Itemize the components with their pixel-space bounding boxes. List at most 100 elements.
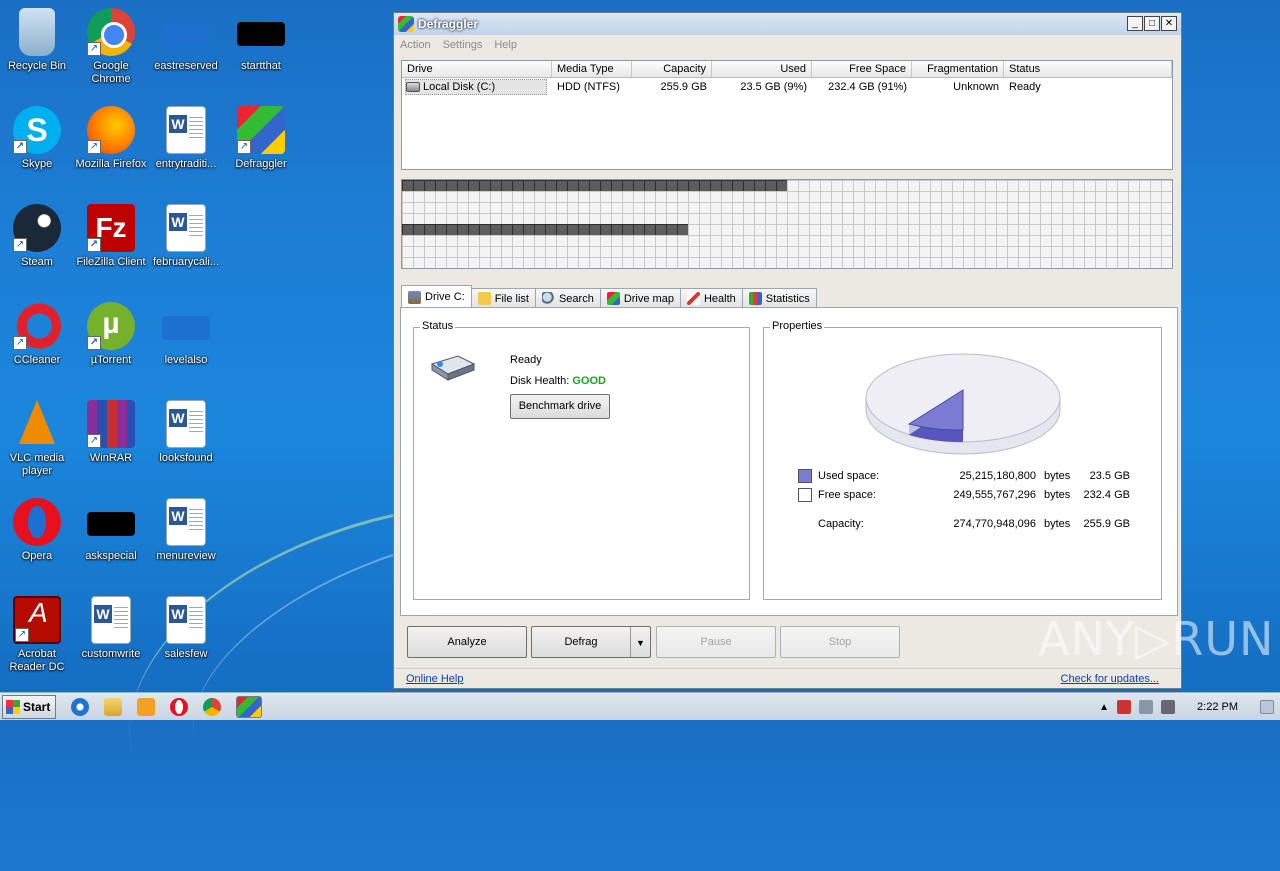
desktop-icon-looksfound[interactable]: looksfound: [149, 400, 223, 465]
tab-health[interactable]: Health: [679, 288, 743, 308]
tab-drive-map[interactable]: Drive map: [599, 288, 681, 308]
defrag-dropdown-arrow-icon[interactable]: ▼: [630, 627, 650, 657]
fragmentation-cell: Unknown: [953, 81, 999, 93]
defrag-button-label: Defrag: [564, 636, 598, 648]
desktop-icon-entrytraditi[interactable]: entrytraditi...: [149, 106, 223, 171]
desktop-icon-ccleaner[interactable]: ↗ CCleaner: [0, 302, 74, 367]
col-free-space[interactable]: Free Space: [812, 61, 912, 77]
capacity-cell: 255.9 GB: [660, 81, 707, 93]
start-button[interactable]: Start: [2, 694, 56, 719]
volume-icon[interactable]: [1161, 700, 1176, 714]
file-explorer-icon[interactable]: [104, 697, 122, 716]
desktop-icon-winrar[interactable]: ↗ WinRAR: [74, 400, 148, 465]
desktop-icon-defraggler[interactable]: ↗ Defraggler: [224, 106, 298, 171]
drive-map[interactable]: [401, 179, 1173, 269]
pause-button[interactable]: Pause: [656, 626, 776, 658]
defrag-button[interactable]: Defrag ▼: [531, 626, 651, 658]
col-drive[interactable]: Drive: [402, 61, 552, 77]
status-group: Status Ready Disk Health: GOOD Benchmark…: [413, 320, 750, 600]
media-player-icon[interactable]: [137, 697, 155, 716]
defraggler-taskbar-icon[interactable]: [236, 695, 262, 718]
analyze-button[interactable]: Analyze: [407, 626, 527, 658]
col-used[interactable]: Used: [712, 61, 812, 77]
drive-list: Drive Media Type Capacity Used Free Spac…: [401, 60, 1173, 170]
defraggler-window: Defraggler _ □ ✕ Action Settings Help Dr…: [393, 12, 1182, 689]
benchmark-drive-button[interactable]: Benchmark drive: [510, 394, 610, 419]
free-space-label: Free space:: [818, 489, 877, 501]
used-cell: 23.5 GB (9%): [740, 81, 807, 93]
filezilla-icon: Fz ↗: [87, 204, 135, 252]
desktop-icon-chrome[interactable]: ↗ Google Chrome: [74, 8, 148, 86]
col-capacity[interactable]: Capacity: [632, 61, 712, 77]
check-for-updates-link[interactable]: Check for updates...: [1061, 673, 1159, 685]
magnifier-icon: [541, 292, 555, 305]
opera-icon: [13, 498, 61, 546]
desktop-icon-customwrite[interactable]: customwrite: [74, 596, 148, 661]
desktop-icon-salesfew[interactable]: salesfew: [149, 596, 223, 661]
defraggler-icon: ↗: [237, 106, 285, 154]
show-desktop-icon[interactable]: [1260, 700, 1274, 714]
desktop-icon-recycle-bin[interactable]: Recycle Bin: [0, 8, 74, 73]
desktop-icon-steam[interactable]: ↗ Steam: [0, 204, 74, 269]
clock[interactable]: 2:22 PM: [1197, 701, 1238, 713]
used-space-unit: bytes: [1044, 470, 1071, 482]
desktop-icon-eastreserved[interactable]: eastreserved: [149, 8, 223, 73]
desktop-icon-levelalso[interactable]: levelalso: [149, 302, 223, 367]
col-status[interactable]: Status: [1004, 61, 1172, 77]
online-help-link[interactable]: Online Help: [406, 673, 463, 685]
blank-file-icon: [87, 512, 135, 536]
action-center-flag-icon[interactable]: [1117, 700, 1132, 714]
col-media-type[interactable]: Media Type: [552, 61, 632, 77]
defraggler-app-icon: [398, 16, 414, 32]
word-document-icon: [166, 204, 206, 252]
disk-usage-pie-chart: [865, 353, 1061, 455]
internet-explorer-icon[interactable]: [71, 697, 89, 716]
menu-action[interactable]: Action: [400, 39, 431, 51]
menu-help[interactable]: Help: [494, 39, 517, 51]
drive-row[interactable]: Local Disk (C:) HDD (NTFS) 255.9 GB 23.5…: [402, 78, 1172, 96]
tab-strip: Drive C: File list Search Drive map Heal…: [401, 285, 817, 308]
utorrent-icon: µ ↗: [87, 302, 135, 350]
word-document-icon: [166, 596, 206, 644]
minimize-button[interactable]: _: [1127, 16, 1143, 31]
tab-drive-c[interactable]: Drive C:: [401, 285, 472, 308]
free-space-bytes: 249,555,767,296: [953, 489, 1036, 501]
free-space-swatch: [798, 488, 812, 502]
menu-settings[interactable]: Settings: [443, 39, 483, 51]
desktop-icon-startthat[interactable]: startthat: [224, 8, 298, 73]
show-hidden-icons-chevron-icon[interactable]: ▲: [1099, 702, 1109, 713]
desktop-icon-filezilla[interactable]: Fz ↗ FileZilla Client: [74, 204, 148, 269]
drive-map-icon: [606, 292, 620, 305]
health-icon: [686, 292, 700, 305]
network-icon[interactable]: [1139, 700, 1154, 714]
tab-search[interactable]: Search: [534, 288, 601, 308]
desktop-icon-vlc[interactable]: VLC media player: [0, 400, 74, 478]
properties-group: Properties Used space: 25,215,180,800 by…: [763, 320, 1162, 600]
capacity-label: Capacity:: [818, 518, 864, 530]
free-space-unit: bytes: [1044, 489, 1071, 501]
desktop-icon-acrobat[interactable]: ↗Acrobat Reader DC: [0, 596, 74, 674]
desktop-icon-opera[interactable]: Opera: [0, 498, 74, 563]
desktop-icon-skype[interactable]: S ↗ Skype: [0, 106, 74, 171]
used-space-bytes: 25,215,180,800: [959, 470, 1036, 482]
disk-health-value: GOOD: [572, 375, 606, 387]
desktop-icon-februarycali[interactable]: februarycali...: [149, 204, 223, 269]
opera-icon[interactable]: [170, 697, 188, 716]
desktop-icon-firefox[interactable]: ↗ Mozilla Firefox: [74, 106, 148, 171]
tab-file-list[interactable]: File list: [470, 288, 536, 308]
desktop-icon-utorrent[interactable]: µ ↗ µTorrent: [74, 302, 148, 367]
used-space-gb: 23.5 GB: [1089, 470, 1130, 482]
tab-statistics[interactable]: Statistics: [741, 288, 817, 308]
desktop-icon-askspecial[interactable]: askspecial: [74, 498, 148, 563]
col-fragmentation[interactable]: Fragmentation: [912, 61, 1004, 77]
chrome-icon[interactable]: [203, 697, 221, 716]
close-button[interactable]: ✕: [1161, 16, 1177, 31]
word-document-icon: [166, 106, 206, 154]
media-type-cell: HDD (NTFS): [557, 81, 620, 93]
stop-button[interactable]: Stop: [780, 626, 900, 658]
desktop-icon-menureview[interactable]: menureview: [149, 498, 223, 563]
blank-file-icon: [162, 22, 210, 46]
title-bar[interactable]: Defraggler _ □ ✕: [394, 13, 1181, 35]
drive-name-cell[interactable]: Local Disk (C:): [405, 79, 547, 95]
maximize-button[interactable]: □: [1144, 16, 1160, 31]
